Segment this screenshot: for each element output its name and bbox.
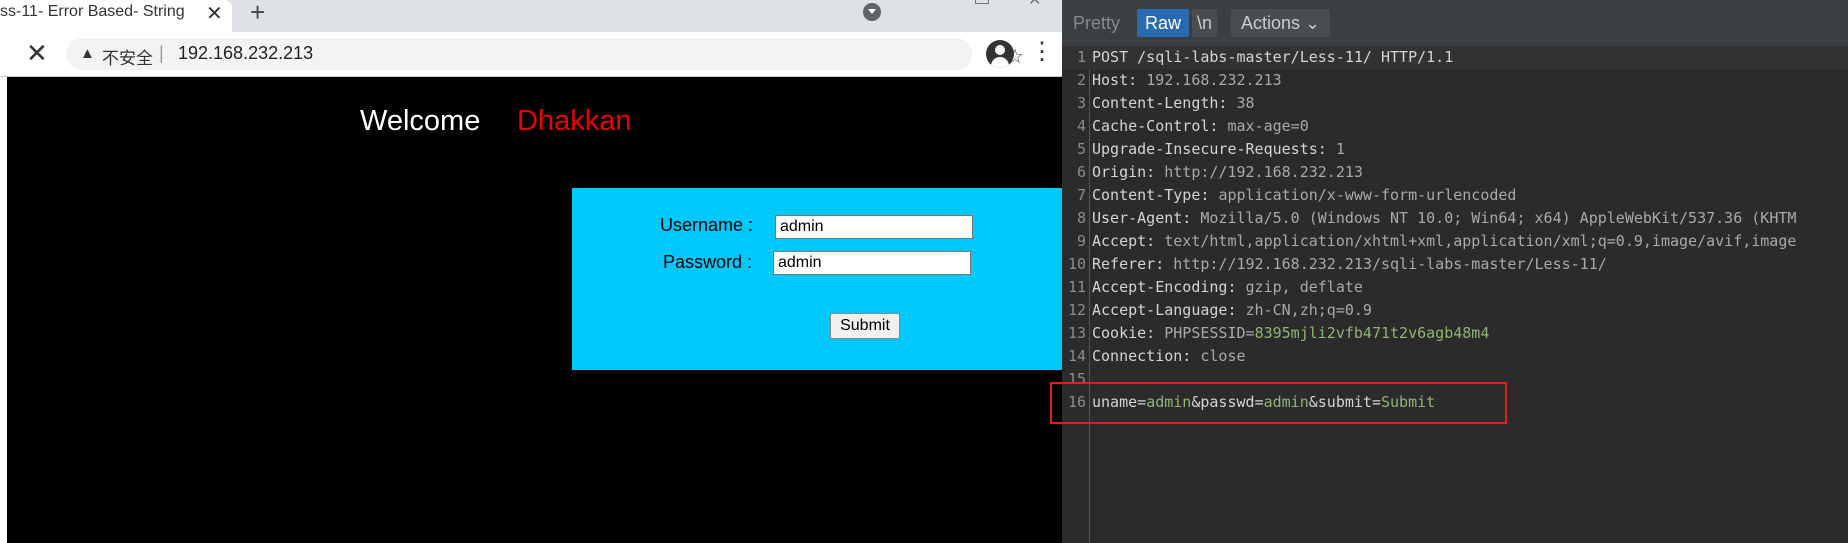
url-text[interactable]: 192.168.232.213 [178, 43, 313, 64]
welcome-heading: Welcome [360, 105, 481, 137]
tab-raw[interactable]: Raw [1137, 9, 1190, 37]
tab-strip: ss-11- Error Based- String ✕ + ✕ [0, 0, 1062, 32]
line-number: 10 [1067, 255, 1086, 273]
line-number: 12 [1067, 301, 1086, 319]
line-number: 4 [1076, 117, 1086, 135]
line-number: 5 [1076, 140, 1086, 158]
tab-pretty[interactable]: Pretty [1068, 9, 1125, 37]
tab-title: ss-11- Error Based- String [0, 3, 185, 20]
header-value: http://192.168.232.213/sqli-labs-master/… [1173, 255, 1607, 273]
request-line-text: POST /sqli-labs-master/Less-11/ HTTP/1.1 [1092, 48, 1454, 66]
cookie-value: 8395mjli2vfb471t2v6agb48m4 [1254, 324, 1490, 342]
submit-button[interactable]: Submit [830, 313, 900, 339]
header-value: gzip, deflate [1245, 278, 1363, 296]
highlight-box [1050, 382, 1507, 424]
password-input[interactable] [773, 251, 971, 275]
window-restore-icon[interactable] [975, 0, 989, 4]
browser-tab[interactable]: ss-11- Error Based- String ✕ [0, 0, 232, 32]
profile-avatar-icon[interactable] [986, 40, 1014, 68]
header-name: Cookie: [1092, 324, 1165, 342]
header-value: close [1200, 347, 1246, 365]
line-number: 14 [1067, 347, 1086, 365]
header-value: max-age=0 [1227, 117, 1309, 135]
header-name: Cache-Control: [1092, 117, 1228, 135]
header-value: 1 [1335, 140, 1345, 158]
header-name: Upgrade-Insecure-Requests: [1092, 140, 1336, 158]
line-number: 9 [1076, 232, 1086, 250]
login-form: Username : Password : Submit [572, 188, 1062, 370]
not-secure-label[interactable]: 不安全 [102, 44, 153, 69]
header-name: Content-Type: [1092, 186, 1219, 204]
header-value: application/x-www-form-urlencoded [1218, 186, 1517, 204]
line-number: 3 [1076, 94, 1086, 112]
line-number: 2 [1076, 71, 1086, 89]
header-name: User-Agent: [1092, 209, 1201, 227]
newline-toggle-button[interactable]: \n [1192, 9, 1218, 37]
browser-menu-icon[interactable]: ⋮ [1030, 38, 1054, 66]
cookie-name: PHPSESSID= [1164, 324, 1255, 342]
request-editor[interactable]: 1 POST /sqli-labs-master/Less-11/ HTTP/1… [1062, 46, 1848, 543]
header-value: 192.168.232.213 [1146, 71, 1282, 89]
header-name: Connection: [1092, 347, 1201, 365]
address-bar[interactable]: ▲ 不安全 | 192.168.232.213 ☆ [66, 38, 1024, 70]
welcome-name: Dhakkan [517, 105, 632, 137]
line-number: 8 [1076, 209, 1086, 227]
request-line: 1 POST /sqli-labs-master/Less-11/ HTTP/1… [1062, 46, 1848, 69]
line-number: 7 [1076, 186, 1086, 204]
line-number: 6 [1076, 163, 1086, 181]
request-toolbar: Pretty Raw \n Actions ⌄ [1062, 0, 1848, 46]
page-content: Welcome Dhakkan Username : Password : Su… [7, 77, 1062, 543]
header-name: Referer: [1092, 255, 1174, 273]
header-name: Accept-Language: [1092, 301, 1246, 319]
warning-icon: ▲ [80, 45, 95, 62]
header-name: Origin: [1092, 163, 1165, 181]
new-tab-button[interactable]: + [250, 0, 265, 28]
header-name: Accept-Encoding: [1092, 278, 1246, 296]
line-number: 1 [1076, 48, 1086, 66]
browser-window: ss-11- Error Based- String ✕ + ✕ ✕ ▲ 不安全… [0, 0, 1062, 543]
tab-search-icon[interactable] [863, 3, 881, 21]
header-value: http://192.168.232.213 [1164, 163, 1363, 181]
browser-toolbar: ✕ ▲ 不安全 | 192.168.232.213 ☆ [0, 32, 1062, 77]
header-value: text/html,application/xhtml+xml,applicat… [1164, 232, 1797, 250]
username-input[interactable] [775, 215, 973, 239]
header-value: zh-CN,zh;q=0.9 [1245, 301, 1372, 319]
username-label: Username : [660, 215, 754, 235]
header-name: Host: [1092, 71, 1147, 89]
header-name: Accept: [1092, 232, 1165, 250]
actions-menu-button[interactable]: Actions ⌄ [1231, 9, 1331, 37]
password-label: Password : [663, 252, 753, 272]
line-number: 11 [1067, 278, 1086, 296]
line-number: 13 [1067, 324, 1086, 342]
address-separator: | [159, 43, 164, 63]
stop-loading-button[interactable]: ✕ [26, 39, 48, 67]
tab-close-icon[interactable]: ✕ [206, 1, 223, 26]
window-close-icon[interactable]: ✕ [1028, 0, 1041, 10]
header-value: Mozilla/5.0 (Windows NT 10.0; Win64; x64… [1200, 209, 1797, 227]
header-name: Content-Length: [1092, 94, 1237, 112]
burp-request-pane: Pretty Raw \n Actions ⌄ 1 POST /sqli-lab… [1062, 0, 1848, 543]
header-value: 38 [1236, 94, 1255, 112]
